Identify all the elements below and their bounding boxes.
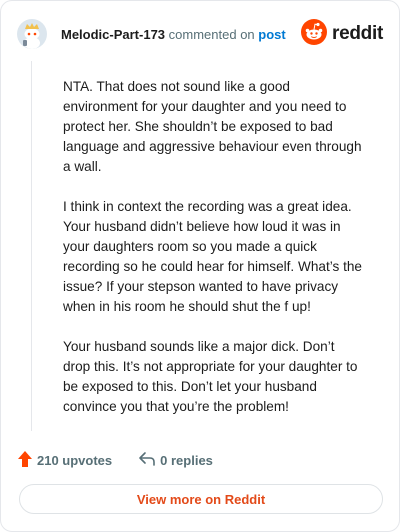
reply-arrow-icon [138,451,156,470]
comment-meta: Melodic-Part-173 commented on post [61,28,286,41]
comment-paragraph: I think in context the recording was a g… [63,199,362,314]
upvote-button[interactable]: 210 upvotes [17,450,112,471]
upvote-count: 210 upvotes [37,452,113,468]
comment-paragraph: Your husband sounds like a major dick. D… [63,339,358,414]
author-name[interactable]: Melodic-Part-173 [61,27,165,42]
embedded-comment-card: Melodic-Part-173 commented on post reddi… [0,0,400,532]
thread-line [31,61,32,431]
post-link[interactable]: post [258,27,285,42]
reddit-wordmark: reddit [332,23,383,44]
reddit-brand[interactable]: reddit [301,18,383,50]
upvote-arrow-icon [17,450,33,471]
reply-count: 0 replies [160,452,213,468]
comment-body: NTA. That does not sound like a good env… [63,77,363,437]
comment-paragraph: NTA. That does not sound like a good env… [63,79,362,174]
comment-actions: 210 upvotes 0 replies [17,449,213,471]
reply-button[interactable]: 0 replies [138,451,213,470]
reddit-logo-icon [301,18,328,50]
action-text: commented on [168,26,255,42]
comment-header: Melodic-Part-173 commented on post reddi… [17,17,383,51]
view-more-button[interactable]: View more on Reddit [19,484,383,514]
snoo-avatar-icon[interactable] [17,19,47,49]
